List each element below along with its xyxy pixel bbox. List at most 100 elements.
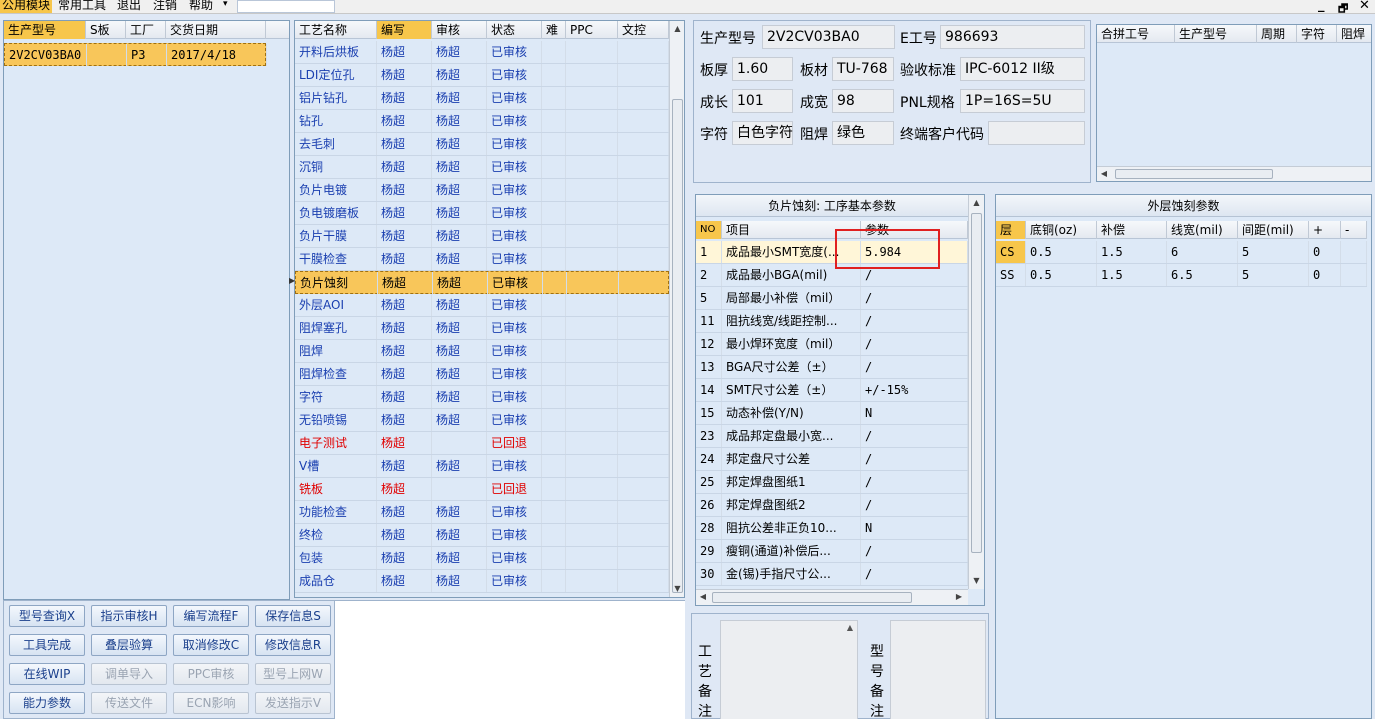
material-field[interactable]: TU-768: [832, 57, 894, 81]
table-row[interactable]: 字符 杨超 杨超 已审核: [295, 386, 669, 409]
scroll-right-icon[interactable]: ▶: [952, 590, 966, 605]
outer-col-plus[interactable]: +: [1309, 221, 1341, 239]
outer-layer[interactable]: SS: [996, 264, 1026, 286]
modify-info-button[interactable]: 修改信息R: [255, 634, 331, 656]
minimize-icon[interactable]: _: [1318, 0, 1325, 13]
outer-col-line-width[interactable]: 线宽(mil): [1167, 221, 1238, 239]
save-info-button[interactable]: 保存信息S: [255, 605, 331, 627]
send-instruction-button[interactable]: 发送指示V: [255, 692, 331, 714]
scroll-down-icon[interactable]: ▼: [670, 581, 684, 597]
param-value[interactable]: /: [861, 563, 968, 585]
thickness-field[interactable]: 1.60: [732, 57, 793, 81]
ppc-review-button[interactable]: PPC审核: [173, 663, 249, 685]
outer-col-layer[interactable]: 层: [996, 221, 1026, 239]
combine-scroll-thumb[interactable]: [1115, 169, 1273, 179]
outer-minus[interactable]: [1341, 264, 1367, 286]
orders-col-model[interactable]: 生产型号: [4, 21, 86, 39]
params-hscrollbar[interactable]: ◀ ▶: [696, 589, 968, 605]
table-row[interactable]: 终检 杨超 杨超 已审核: [295, 524, 669, 547]
table-row[interactable]: 成品仓 杨超 杨超 已审核: [295, 570, 669, 593]
outer-col-spacing[interactable]: 间距(mil): [1238, 221, 1309, 239]
table-row[interactable]: 26 邦定焊盘图纸2/: [696, 494, 968, 517]
table-row[interactable]: 阻焊塞孔 杨超 杨超 已审核: [295, 317, 669, 340]
combine-hscrollbar[interactable]: ◀: [1097, 166, 1371, 181]
table-row[interactable]: 28 阻抗公差非正负10... N: [696, 517, 968, 540]
table-row[interactable]: 14 SMT尺寸公差（±） +/-15%: [696, 379, 968, 402]
table-row[interactable]: 干膜检查 杨超 杨超 已审核: [295, 248, 669, 271]
process-notes-field[interactable]: ▲: [720, 620, 858, 719]
process-scrollbar[interactable]: ▲ ▼: [669, 21, 684, 597]
help-dropdown-arrow-icon[interactable]: ▾: [223, 0, 228, 12]
process-col-ppc[interactable]: PPC: [566, 21, 618, 39]
character-field[interactable]: 白色字符: [732, 121, 793, 145]
table-row[interactable]: 开料后烘板 杨超 杨超 已审核: [295, 41, 669, 64]
menu-help[interactable]: 帮助: [189, 0, 213, 13]
outer-comp[interactable]: 1.5: [1097, 241, 1167, 263]
orders-col-factory[interactable]: 工厂: [126, 21, 166, 39]
table-row[interactable]: 2V2CV03BA0 P3 2017/4/18: [4, 43, 267, 66]
table-row[interactable]: 铝片钻孔 杨超 杨超 已审核: [295, 87, 669, 110]
param-value[interactable]: +/-15%: [861, 379, 968, 401]
outer-comp[interactable]: 1.5: [1097, 264, 1167, 286]
table-row[interactable]: LDI定位孔 杨超 杨超 已审核: [295, 64, 669, 87]
table-row[interactable]: 去毛刺 杨超 杨超 已审核: [295, 133, 669, 156]
scroll-left-icon[interactable]: ◀: [1097, 167, 1111, 181]
table-row[interactable]: 5 局部最小补偿（mil） /: [696, 287, 968, 310]
orders-col-date[interactable]: 交货日期: [166, 21, 266, 39]
param-value[interactable]: /: [861, 448, 968, 470]
outer-plus[interactable]: 0: [1309, 264, 1341, 286]
params-scroll-thumb[interactable]: [971, 213, 982, 553]
model-field[interactable]: 2V2CV03BA0: [762, 25, 895, 49]
table-row[interactable]: 负片蚀刻 杨超 杨超 已审核: [295, 271, 670, 294]
params-scrollbar[interactable]: ▲ ▼: [968, 195, 984, 589]
table-row[interactable]: 11 阻抗线宽/线距控制... /: [696, 310, 968, 333]
model-query-button[interactable]: 型号查询X: [9, 605, 85, 627]
table-row[interactable]: 23 成品邦定盘最小宽... /: [696, 425, 968, 448]
online-wip-button[interactable]: 在线WIP: [9, 663, 85, 685]
param-value[interactable]: /: [861, 310, 968, 332]
table-row[interactable]: 25 邦定焊盘图纸1/: [696, 471, 968, 494]
customer-code-field[interactable]: [988, 121, 1085, 145]
param-value[interactable]: /: [861, 425, 968, 447]
table-row[interactable]: 无铅喷锡 杨超 杨超 已审核: [295, 409, 669, 432]
outer-gap[interactable]: 5: [1238, 241, 1309, 263]
table-row[interactable]: 阻焊 杨超 杨超 已审核: [295, 340, 669, 363]
process-col-writer[interactable]: 编写: [377, 21, 432, 39]
length-field[interactable]: 101: [732, 89, 793, 113]
table-row[interactable]: SS 0.5 1.5 6.5 5 0: [996, 264, 1367, 287]
scroll-left-icon[interactable]: ◀: [696, 590, 710, 605]
e-number-field[interactable]: 986693: [940, 25, 1085, 49]
outer-minus[interactable]: [1341, 241, 1367, 263]
combine-col-model[interactable]: 生产型号: [1175, 25, 1257, 43]
table-row[interactable]: 钻孔 杨超 杨超 已审核: [295, 110, 669, 133]
menu-logout[interactable]: 注销: [153, 0, 177, 13]
tool-complete-button[interactable]: 工具完成: [9, 634, 85, 656]
scroll-up-icon[interactable]: ▲: [847, 623, 853, 632]
param-value[interactable]: /: [861, 287, 968, 309]
edit-flow-button[interactable]: 编写流程F: [173, 605, 249, 627]
import-order-button[interactable]: 调单导入: [91, 663, 167, 685]
model-online-button[interactable]: 型号上网W: [255, 663, 331, 685]
table-row[interactable]: 负片干膜 杨超 杨超 已审核: [295, 225, 669, 248]
table-row[interactable]: 13 BGA尺寸公差（±） /: [696, 356, 968, 379]
process-col-reviewer[interactable]: 审核: [432, 21, 487, 39]
combine-col-character[interactable]: 字符: [1297, 25, 1337, 43]
ecn-impact-button[interactable]: ECN影响: [173, 692, 249, 714]
table-row[interactable]: 电子测试 杨超 已回退: [295, 432, 669, 455]
table-row[interactable]: 15 动态补偿(Y/N) N: [696, 402, 968, 425]
close-icon[interactable]: ✕: [1359, 0, 1370, 13]
table-row[interactable]: 外层AOI 杨超 杨超 已审核: [295, 294, 669, 317]
param-value[interactable]: N: [861, 402, 968, 424]
table-row[interactable]: 负电镀磨板 杨超 杨超 已审核: [295, 202, 669, 225]
table-row[interactable]: V槽 杨超 杨超 已审核: [295, 455, 669, 478]
param-value[interactable]: /: [861, 471, 968, 493]
scroll-up-icon[interactable]: ▲: [670, 21, 684, 37]
process-col-name[interactable]: 工艺名称: [295, 21, 377, 39]
scroll-down-icon[interactable]: ▼: [969, 573, 984, 589]
capability-params-button[interactable]: 能力参数: [9, 692, 85, 714]
process-col-difficulty[interactable]: 难: [542, 21, 566, 39]
param-value[interactable]: /: [861, 333, 968, 355]
outer-gap[interactable]: 5: [1238, 264, 1309, 286]
scroll-up-icon[interactable]: ▲: [969, 195, 984, 211]
outer-base[interactable]: 0.5: [1026, 241, 1097, 263]
